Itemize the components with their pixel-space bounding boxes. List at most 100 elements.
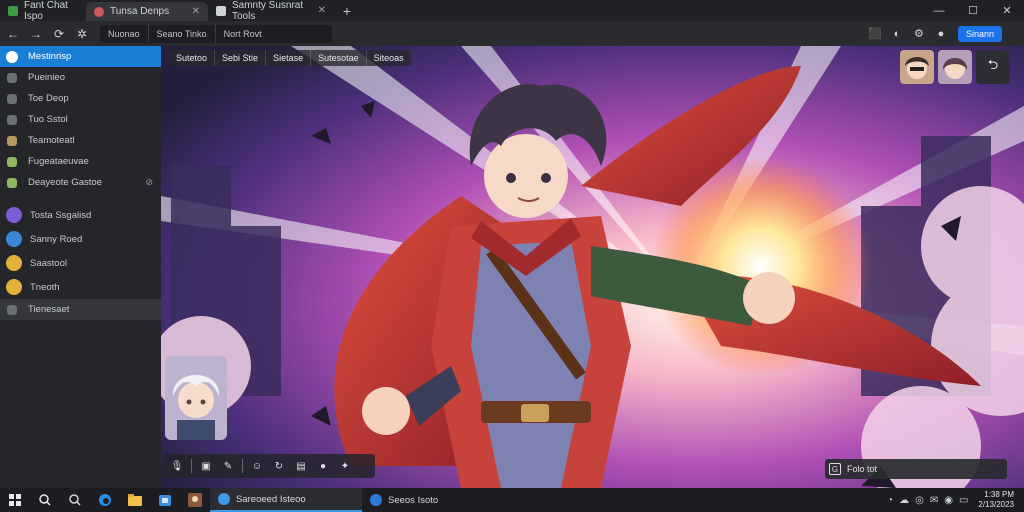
- clock-date: 2/13/2023: [978, 500, 1014, 509]
- sidebar-item-label: Toe Deop: [28, 93, 69, 104]
- pen-icon[interactable]: ✎: [220, 458, 236, 474]
- lock-icon: [216, 5, 226, 16]
- bookmark-icon[interactable]: ⬛: [864, 24, 886, 44]
- close-window-button[interactable]: ✕: [990, 0, 1024, 21]
- sidebar: Mestinrisp Pueinieo Toe Deop Tuo Sstol Teamo…: [0, 46, 161, 488]
- sign-in-button[interactable]: Sinann: [957, 25, 1002, 42]
- new-tab-button[interactable]: +: [334, 0, 360, 21]
- minimize-button[interactable]: —: [922, 0, 956, 21]
- volume-icon[interactable]: ◉: [944, 495, 953, 506]
- sidebar-item[interactable]: Pueinieo: [0, 67, 161, 88]
- clock[interactable]: 1:38 PM 2/13/2023: [978, 490, 1014, 510]
- network-icon[interactable]: ◎: [915, 495, 924, 506]
- anime-hero-artwork: [161, 46, 1024, 488]
- tab-title: Samnty Susnrat Tools: [232, 0, 304, 22]
- divider: [191, 459, 192, 473]
- task-view-icon[interactable]: [60, 488, 90, 512]
- extensions-icon[interactable]: ⚙: [908, 24, 930, 44]
- chip[interactable]: Sebi Stie: [215, 50, 267, 66]
- address-segment[interactable]: Nuonao: [100, 25, 148, 43]
- server-icon: [6, 255, 22, 271]
- tab-title: Fant Chat Ispo: [24, 0, 68, 22]
- reload-icon[interactable]: ⟳: [49, 24, 69, 44]
- refresh-icon[interactable]: ↻: [271, 458, 287, 474]
- store-icon[interactable]: [150, 488, 180, 512]
- folder-icon: [7, 156, 17, 167]
- taskbar-app[interactable]: Sareoeed Isteoo: [210, 488, 362, 512]
- extensions-icon[interactable]: ✲: [72, 24, 92, 44]
- chip[interactable]: Sutesotae: [311, 50, 367, 66]
- sidebar-item-label: Deayeote Gastoe: [28, 177, 102, 188]
- app-pinned-icon[interactable]: [180, 488, 210, 512]
- close-tab-icon[interactable]: ✕: [318, 5, 326, 16]
- chat-icon[interactable]: ✉: [930, 495, 938, 506]
- start-icon[interactable]: [0, 488, 30, 512]
- sidebar-item[interactable]: Toe Deop: [0, 88, 161, 109]
- channel-icon: [7, 304, 17, 315]
- sidebar-item-label: Tosta Ssgalisd: [30, 209, 92, 221]
- main-view: Sutetoo Sebi Stie Sietase Sutesotae Site…: [161, 46, 1024, 488]
- tab-tunsa-denps[interactable]: Tunsa Denps ✕: [86, 2, 208, 21]
- folder-icon: [7, 135, 17, 146]
- file-explorer-icon[interactable]: [120, 488, 150, 512]
- share-screen-icon[interactable]: ⮌: [976, 50, 1010, 84]
- mic-icon[interactable]: 🎙: [169, 458, 185, 474]
- edge-icon[interactable]: [90, 488, 120, 512]
- chip[interactable]: Siteoas: [367, 50, 411, 66]
- sidebar-item-label: Teamoteatl: [28, 135, 75, 146]
- address-segment[interactable]: Nort Rovt: [214, 24, 270, 43]
- media-controls: 🎙 ▣ ✎ ☺ ↻ ▤ ● ✦: [163, 454, 375, 478]
- server-icon: [6, 207, 22, 223]
- file-icon[interactable]: ▤: [293, 458, 309, 474]
- window-controls: — ☐ ✕: [922, 0, 1024, 21]
- sidebar-item[interactable]: Tuo Sstol: [0, 109, 161, 130]
- folder-icon: [7, 177, 17, 188]
- address-segment[interactable]: Seano Tinko: [147, 24, 215, 43]
- sidebar-item[interactable]: Deayeote Gastoe ⊘: [0, 172, 161, 193]
- system-tray: ◔ ☁ ◎ ✉ ◉ ▭ 1:38 PM 2/13/2023: [887, 490, 1024, 510]
- server-icon: [6, 231, 22, 247]
- taskbar-app[interactable]: Seeos Isoto: [362, 488, 512, 512]
- battery-icon[interactable]: ▭: [959, 495, 968, 506]
- user-portrait: [165, 356, 227, 440]
- avatar[interactable]: [938, 50, 972, 84]
- profile-icon[interactable]: ●: [930, 24, 952, 44]
- search-icon[interactable]: [30, 488, 60, 512]
- gift-icon[interactable]: ✦: [337, 458, 353, 474]
- app-icon: [370, 494, 382, 506]
- chip[interactable]: Sietase: [266, 50, 312, 66]
- sidebar-item-label: Saastool: [30, 257, 67, 269]
- sidebar-item[interactable]: Tneoth: [0, 275, 161, 299]
- view-chips: Sutetoo Sebi Stie Sietase Sutesotae Site…: [169, 50, 411, 66]
- sidebar-item[interactable]: Tienesaet: [0, 299, 161, 320]
- maximize-button[interactable]: ☐: [956, 0, 990, 21]
- sidebar-item[interactable]: Sanny Roed: [0, 227, 161, 251]
- sidebar-item[interactable]: Tosta Ssgalisd: [0, 203, 161, 227]
- cloud-icon[interactable]: ☁: [899, 495, 909, 506]
- taskbar-app-label: Seeos Isoto: [388, 494, 439, 506]
- sync-icon[interactable]: ◐: [886, 24, 908, 44]
- emoji-icon[interactable]: ☺: [249, 458, 265, 474]
- avatar[interactable]: [900, 50, 934, 84]
- taskbar-app-label: Sareoeed Isteoo: [236, 493, 306, 505]
- clock-time: 1:38 PM: [984, 490, 1014, 499]
- back-icon[interactable]: ←: [3, 24, 23, 44]
- chip[interactable]: Sutetoo: [169, 50, 216, 66]
- sidebar-item-label: Pueinieo: [28, 72, 65, 83]
- mute-icon[interactable]: ⊘: [145, 177, 153, 188]
- sidebar-item[interactable]: Mestinrisp: [0, 46, 161, 67]
- sidebar-item[interactable]: Fugeataeuvae: [0, 151, 161, 172]
- forward-icon[interactable]: →: [26, 24, 46, 44]
- message-input[interactable]: G Folo tot: [825, 459, 1007, 479]
- sticker-icon[interactable]: ●: [315, 458, 331, 474]
- tab-samnty-tools[interactable]: Samnty Susnrat Tools ✕: [208, 0, 334, 22]
- address-bar[interactable]: Nuonao Seano Tinko Nort Rovt: [100, 24, 332, 43]
- wifi-icon[interactable]: ◔: [887, 495, 893, 506]
- hash-icon: [7, 114, 17, 125]
- close-tab-icon[interactable]: ✕: [192, 6, 200, 17]
- tab-fant-chat[interactable]: Fant Chat Ispo: [0, 0, 86, 22]
- sidebar-item[interactable]: Saastool: [0, 251, 161, 275]
- sidebar-item[interactable]: Teamoteatl: [0, 130, 161, 151]
- attach-icon[interactable]: G: [829, 463, 841, 475]
- screen-icon[interactable]: ▣: [198, 458, 214, 474]
